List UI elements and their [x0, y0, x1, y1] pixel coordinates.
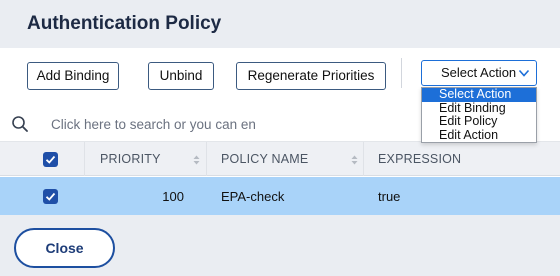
- unbind-button[interactable]: Unbind: [148, 62, 214, 90]
- table-row[interactable]: 100 EPA-check true: [0, 177, 560, 215]
- column-divider: [84, 142, 85, 176]
- select-action-label: Select Action: [441, 65, 517, 80]
- menu-item-select-action[interactable]: Select Action: [422, 87, 536, 102]
- row-checkbox[interactable]: [43, 189, 58, 204]
- add-binding-button[interactable]: Add Binding: [27, 62, 119, 90]
- regenerate-priorities-button[interactable]: Regenerate Priorities: [236, 62, 386, 90]
- checkmark-icon: [45, 155, 56, 164]
- select-action-dropdown[interactable]: Select Action: [421, 60, 537, 86]
- sort-icon[interactable]: [193, 155, 200, 165]
- close-button[interactable]: Close: [14, 228, 115, 268]
- chevron-down-icon: [518, 69, 530, 77]
- checkmark-icon: [45, 192, 56, 201]
- search-input[interactable]: [51, 114, 261, 134]
- search-icon[interactable]: [11, 115, 29, 133]
- column-header-priority[interactable]: PRIORITY: [100, 152, 161, 166]
- column-header-policy-name[interactable]: POLICY NAME: [221, 152, 308, 166]
- menu-item-edit-action[interactable]: Edit Action: [422, 128, 536, 143]
- select-all-checkbox[interactable]: [43, 152, 58, 167]
- column-divider: [363, 142, 364, 176]
- toolbar-divider: [401, 58, 402, 88]
- select-action-menu: Select Action Edit Binding Edit Policy E…: [421, 87, 537, 143]
- cell-priority: 100: [162, 189, 184, 204]
- column-divider: [206, 142, 207, 176]
- cell-policy-name: EPA-check: [221, 189, 285, 204]
- sort-icon[interactable]: [351, 155, 358, 165]
- menu-item-edit-policy[interactable]: Edit Policy: [422, 114, 536, 129]
- column-header-expression[interactable]: EXPRESSION: [378, 152, 461, 166]
- dialog-title: Authentication Policy: [27, 13, 222, 34]
- table-header: PRIORITY POLICY NAME EXPRESSION: [0, 142, 560, 176]
- cell-expression: true: [378, 189, 401, 204]
- menu-item-edit-binding[interactable]: Edit Binding: [422, 101, 536, 116]
- dialog-header: Authentication Policy: [0, 0, 560, 48]
